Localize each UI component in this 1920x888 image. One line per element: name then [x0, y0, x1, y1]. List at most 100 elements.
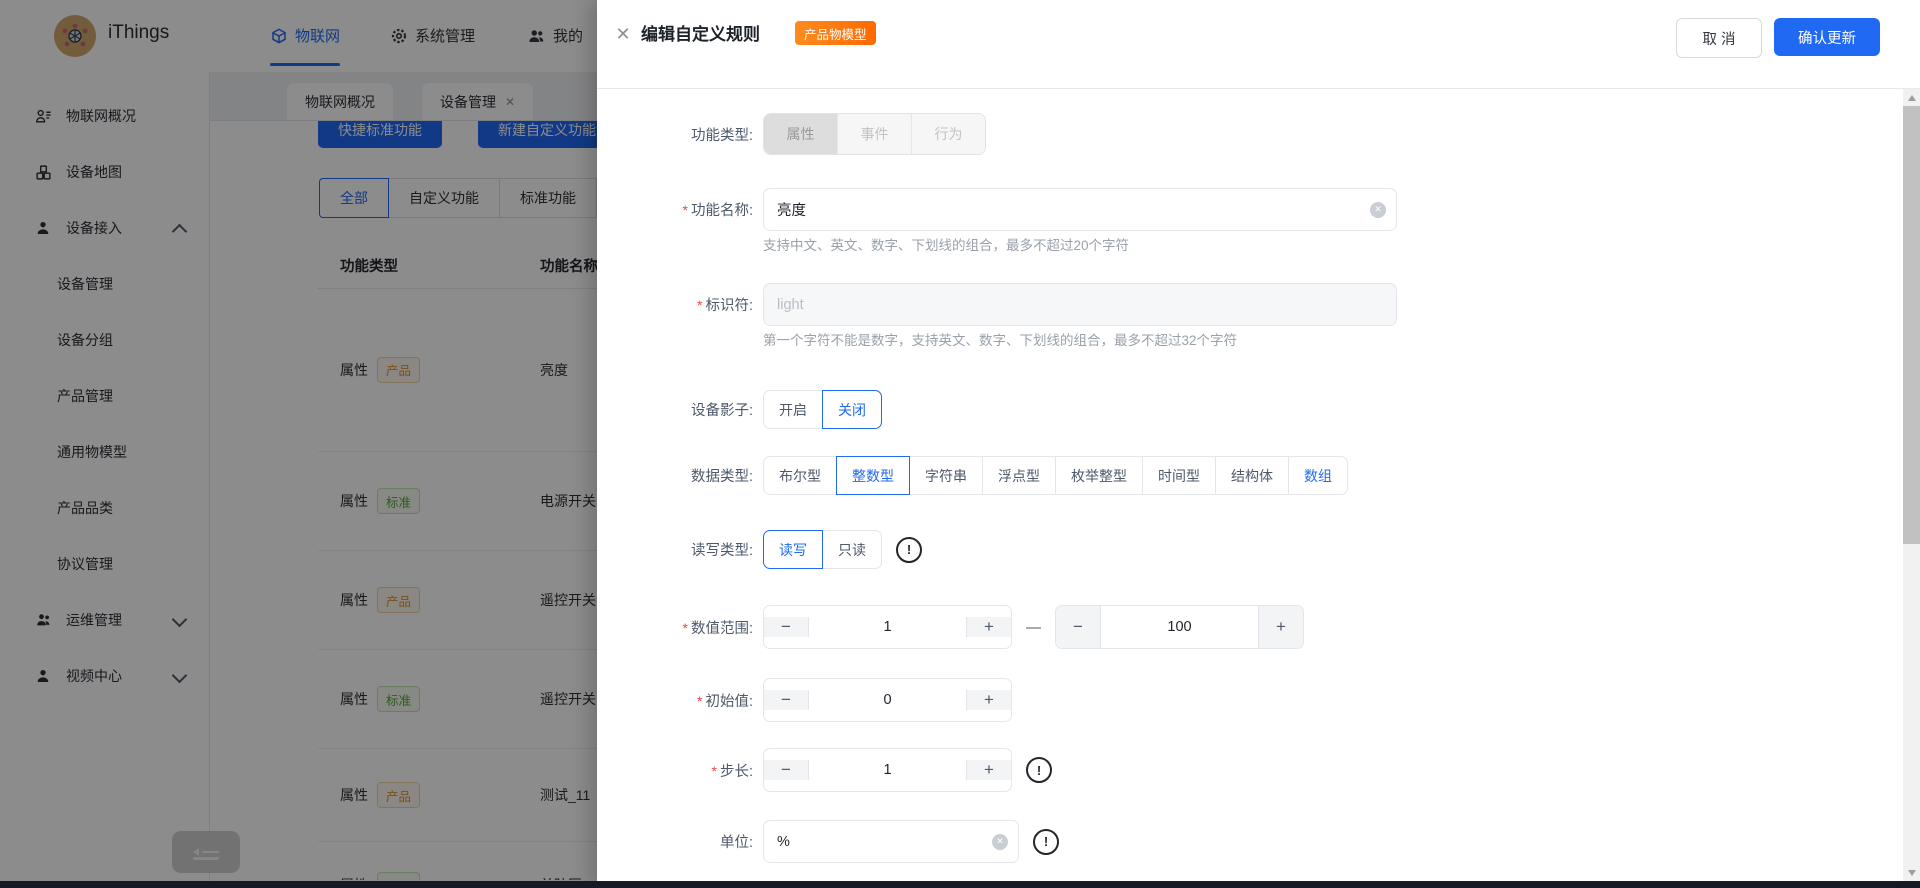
- data-type-string[interactable]: 字符串: [909, 456, 983, 495]
- exclamation-icon: !: [896, 537, 922, 563]
- plus-button[interactable]: +: [1258, 606, 1303, 648]
- field-label: 单位:: [597, 831, 753, 852]
- scroll-up-arrow[interactable]: [1903, 89, 1920, 106]
- option-label: 关闭: [838, 400, 866, 420]
- data-type-bool[interactable]: 布尔型: [763, 456, 837, 495]
- field-label: *初始值:: [597, 690, 753, 711]
- function-type-segmented: 属性 事件 行为: [763, 113, 986, 155]
- cancel-button[interactable]: 取 消: [1676, 18, 1762, 58]
- step-value[interactable]: 1: [809, 762, 966, 778]
- range-max-value[interactable]: 100: [1101, 606, 1258, 648]
- segment-attribute: 属性: [764, 114, 837, 154]
- unit-input[interactable]: [764, 834, 1018, 850]
- button-label: 取 消: [1702, 28, 1735, 49]
- data-type-array[interactable]: 数组: [1288, 456, 1348, 495]
- required-mark: *: [683, 620, 688, 636]
- shadow-off-option[interactable]: 关闭: [822, 390, 882, 429]
- option-label: 数组: [1304, 466, 1332, 486]
- field-label: 设备影子:: [597, 399, 753, 420]
- step-stepper: − 1 +: [763, 748, 1012, 792]
- field-label: 功能类型:: [597, 124, 753, 145]
- taskbar-edge: [0, 881, 1920, 888]
- exclamation-icon: !: [1026, 757, 1052, 783]
- minus-button[interactable]: −: [764, 617, 809, 637]
- clear-icon[interactable]: ✕: [992, 834, 1008, 850]
- option-label: 浮点型: [998, 466, 1040, 486]
- field-label: 数据类型:: [597, 465, 753, 486]
- plus-button[interactable]: +: [966, 690, 1011, 710]
- form-row-rw-type: 读写类型: 读写 只读 !: [597, 530, 922, 569]
- form-row-data-type: 数据类型: 布尔型 整数型 字符串 浮点型 枚举整型 时间型 结构体 数组: [597, 456, 1348, 495]
- app-root: iThings 物联网 系统管理 我: [0, 0, 1920, 888]
- minus-button[interactable]: −: [1056, 606, 1101, 648]
- function-name-input-wrap: ✕: [763, 188, 1397, 231]
- data-type-options: 布尔型 整数型 字符串 浮点型 枚举整型 时间型 结构体 数组: [763, 456, 1348, 495]
- edit-custom-rule-modal: ✕ 编辑自定义规则 产品物模型 取 消 确认更新 功能类型: 属性 事件 行为 …: [597, 0, 1920, 888]
- data-type-enum[interactable]: 枚举整型: [1055, 456, 1143, 495]
- range-min-stepper: − 1 +: [763, 605, 1012, 649]
- initial-value[interactable]: 0: [809, 692, 966, 708]
- form-row-function-name: *功能名称: ✕: [597, 188, 1397, 231]
- exclamation-icon: !: [1033, 829, 1059, 855]
- function-name-input[interactable]: [764, 202, 1396, 218]
- modal-title: 编辑自定义规则: [641, 20, 760, 45]
- shadow-on-option[interactable]: 开启: [763, 390, 823, 429]
- option-label: 读写: [779, 540, 807, 560]
- modal-header: ✕ 编辑自定义规则 产品物模型 取 消 确认更新: [597, 0, 1920, 88]
- unit-input-wrap: ✕: [763, 820, 1019, 863]
- form-row-identifier: *标识符:: [597, 283, 1397, 326]
- rw-readwrite-option[interactable]: 读写: [763, 530, 823, 569]
- range-dash: —: [1026, 619, 1041, 636]
- scroll-down-arrow[interactable]: [1903, 864, 1920, 881]
- initial-value-stepper: − 0 +: [763, 678, 1012, 722]
- clear-icon[interactable]: ✕: [1370, 202, 1386, 218]
- device-shadow-options: 开启 关闭: [763, 390, 882, 429]
- plus-button[interactable]: +: [966, 617, 1011, 637]
- option-label: 只读: [838, 540, 866, 560]
- close-icon[interactable]: ✕: [611, 22, 635, 46]
- rw-type-options: 读写 只读: [763, 530, 882, 569]
- data-type-time[interactable]: 时间型: [1142, 456, 1216, 495]
- field-label: 读写类型:: [597, 539, 753, 560]
- data-type-float[interactable]: 浮点型: [982, 456, 1056, 495]
- identifier-input-wrap: [763, 283, 1397, 326]
- field-label: *标识符:: [597, 294, 753, 315]
- option-label: 枚举整型: [1071, 466, 1127, 486]
- form-row-step: *步长: − 1 + !: [597, 748, 1052, 792]
- form-row-value-range: *数值范围: − 1 + — − 100 +: [597, 605, 1304, 649]
- function-name-helper: 支持中文、英文、数字、下划线的组合，最多不超过20个字符: [763, 234, 1129, 254]
- required-mark: *: [712, 763, 717, 779]
- segment-action: 行为: [911, 114, 985, 154]
- option-label: 整数型: [852, 466, 894, 486]
- minus-button[interactable]: −: [764, 760, 809, 780]
- option-label: 时间型: [1158, 466, 1200, 486]
- option-label: 布尔型: [779, 466, 821, 486]
- option-label: 结构体: [1231, 466, 1273, 486]
- required-mark: *: [683, 202, 688, 218]
- required-mark: *: [697, 297, 702, 313]
- modal-header-divider: [597, 88, 1920, 89]
- option-label: 开启: [779, 400, 807, 420]
- button-label: 确认更新: [1798, 27, 1856, 48]
- identifier-helper: 第一个字符不能是数字，支持英文、数字、下划线的组合，最多不超过32个字符: [763, 329, 1237, 349]
- option-label: 字符串: [925, 466, 967, 486]
- field-label: *功能名称:: [597, 199, 753, 220]
- field-label: *步长:: [597, 760, 753, 781]
- plus-button[interactable]: +: [966, 760, 1011, 780]
- segment-event: 事件: [837, 114, 911, 154]
- rw-readonly-option[interactable]: 只读: [822, 530, 882, 569]
- required-mark: *: [697, 693, 702, 709]
- modal-scrollbar[interactable]: [1903, 89, 1920, 881]
- minus-button[interactable]: −: [764, 690, 809, 710]
- field-label: *数值范围:: [597, 617, 753, 638]
- identifier-input: [764, 297, 1396, 313]
- form-row-device-shadow: 设备影子: 开启 关闭: [597, 390, 882, 429]
- form-row-function-type: 功能类型: 属性 事件 行为: [597, 113, 986, 155]
- form-row-initial-value: *初始值: − 0 +: [597, 678, 1012, 722]
- scrollbar-thumb[interactable]: [1903, 106, 1920, 544]
- product-thing-model-badge: 产品物模型: [795, 21, 876, 45]
- data-type-struct[interactable]: 结构体: [1215, 456, 1289, 495]
- data-type-int[interactable]: 整数型: [836, 456, 910, 495]
- confirm-update-button[interactable]: 确认更新: [1774, 18, 1880, 56]
- range-min-value[interactable]: 1: [809, 619, 966, 635]
